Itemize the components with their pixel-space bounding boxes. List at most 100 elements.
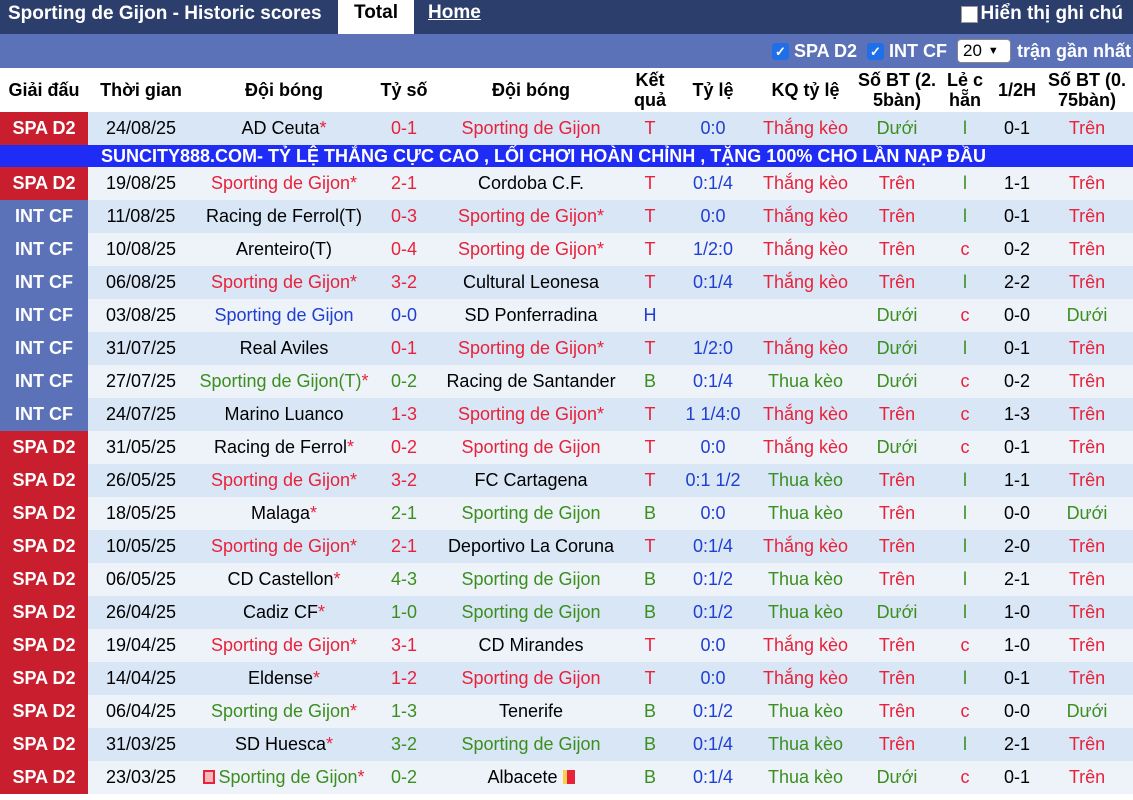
league-badge[interactable]: SPA D2: [0, 497, 88, 530]
check-icon[interactable]: ✓: [771, 42, 789, 60]
away-team[interactable]: Sporting de Gijon: [461, 437, 600, 457]
home-team[interactable]: CD Castellon: [227, 569, 333, 589]
score[interactable]: 0-2: [374, 365, 434, 398]
score[interactable]: 1-3: [374, 695, 434, 728]
home-team-cell[interactable]: Sporting de Gijon*: [194, 464, 374, 497]
table-row[interactable]: INT CF 11/08/25 Racing de Ferrol(T) 0-3 Spor…: [0, 200, 1133, 233]
table-row[interactable]: SPA D2 24/08/25 AD Ceuta* 0-1 Sporting de Gi…: [0, 112, 1133, 145]
table-row[interactable]: SPA D2 23/03/25 Sporting de Gijon* 0-2 Albac…: [0, 761, 1133, 794]
score[interactable]: 1-3: [374, 398, 434, 431]
match-count-select[interactable]: 20 ▼: [956, 39, 1011, 63]
home-team[interactable]: Sporting de Gijon: [211, 536, 350, 556]
check-icon[interactable]: ✓: [866, 42, 884, 60]
home-team-cell[interactable]: Sporting de Gijon*: [194, 695, 374, 728]
table-row[interactable]: INT CF 03/08/25 Sporting de Gijon 0-0 SD Pon…: [0, 299, 1133, 332]
away-team[interactable]: Cultural Leonesa: [463, 272, 599, 292]
away-team-cell[interactable]: Sporting de Gijon: [434, 662, 628, 695]
filter-int[interactable]: ✓ INT CF: [866, 41, 947, 62]
home-team[interactable]: Racing de Ferrol(T): [206, 206, 362, 226]
away-team[interactable]: Sporting de Gijon: [458, 338, 597, 358]
home-team-cell[interactable]: Sporting de Gijon(T)*: [194, 365, 374, 398]
home-team[interactable]: Sporting de Gijon: [218, 767, 357, 787]
home-team-cell[interactable]: Eldense*: [194, 662, 374, 695]
score[interactable]: 0-0: [374, 299, 434, 332]
score[interactable]: 0-3: [374, 200, 434, 233]
table-row[interactable]: SPA D2 19/08/25 Sporting de Gijon* 2-1 Cordo…: [0, 167, 1133, 200]
away-team[interactable]: CD Mirandes: [478, 635, 583, 655]
home-team[interactable]: Marino Luanco: [224, 404, 343, 424]
score[interactable]: 4-3: [374, 563, 434, 596]
table-row[interactable]: INT CF 31/07/25 Real Aviles 0-1 Sporting de …: [0, 332, 1133, 365]
league-badge[interactable]: SPA D2: [0, 761, 88, 794]
league-badge[interactable]: INT CF: [0, 332, 88, 365]
table-row[interactable]: SPA D2 18/05/25 Malaga* 2-1 Sporting de Gijo…: [0, 497, 1133, 530]
league-badge[interactable]: SPA D2: [0, 530, 88, 563]
away-team[interactable]: Albacete: [487, 767, 557, 787]
score[interactable]: 0-4: [374, 233, 434, 266]
league-badge[interactable]: SPA D2: [0, 464, 88, 497]
home-team-cell[interactable]: Cadiz CF*: [194, 596, 374, 629]
away-team-cell[interactable]: Sporting de Gijon: [434, 728, 628, 761]
away-team-cell[interactable]: Sporting de Gijon*: [434, 398, 628, 431]
away-team[interactable]: Sporting de Gijon: [461, 569, 600, 589]
table-row[interactable]: SPA D2 31/03/25 SD Huesca* 3-2 Sporting de G…: [0, 728, 1133, 761]
table-row[interactable]: SPA D2 14/04/25 Eldense* 1-2 Sporting de Gij…: [0, 662, 1133, 695]
away-team-cell[interactable]: Sporting de Gijon: [434, 497, 628, 530]
home-team[interactable]: Real Aviles: [240, 338, 329, 358]
home-team[interactable]: Racing de Ferrol: [214, 437, 347, 457]
table-row[interactable]: SPA D2 10/05/25 Sporting de Gijon* 2-1 Depor…: [0, 530, 1133, 563]
home-team-cell[interactable]: Real Aviles: [194, 332, 374, 365]
home-team-cell[interactable]: SD Huesca*: [194, 728, 374, 761]
home-team[interactable]: Sporting de Gijon: [211, 173, 350, 193]
away-team[interactable]: Sporting de Gijon: [461, 118, 600, 138]
home-team-cell[interactable]: Sporting de Gijon*: [194, 530, 374, 563]
table-row[interactable]: SPA D2 26/04/25 Cadiz CF* 1-0 Sporting de Gi…: [0, 596, 1133, 629]
table-row[interactable]: SPA D2 06/04/25 Sporting de Gijon* 1-3 Tener…: [0, 695, 1133, 728]
home-team-cell[interactable]: AD Ceuta*: [194, 112, 374, 145]
home-team-cell[interactable]: Sporting de Gijon*: [194, 167, 374, 200]
away-team-cell[interactable]: Sporting de Gijon: [434, 431, 628, 464]
away-team-cell[interactable]: CD Mirandes: [434, 629, 628, 662]
score[interactable]: 3-2: [374, 266, 434, 299]
show-notes-checkbox[interactable]: [960, 5, 978, 23]
away-team-cell[interactable]: Sporting de Gijon: [434, 596, 628, 629]
home-team-cell[interactable]: CD Castellon*: [194, 563, 374, 596]
league-badge[interactable]: INT CF: [0, 233, 88, 266]
away-team[interactable]: Sporting de Gijon: [458, 404, 597, 424]
score[interactable]: 0-2: [374, 761, 434, 794]
away-team-cell[interactable]: Cultural Leonesa: [434, 266, 628, 299]
away-team[interactable]: Sporting de Gijon: [461, 734, 600, 754]
table-row[interactable]: INT CF 10/08/25 Arenteiro(T) 0-4 Sporting de…: [0, 233, 1133, 266]
away-team-cell[interactable]: Sporting de Gijon: [434, 563, 628, 596]
home-team-cell[interactable]: Malaga*: [194, 497, 374, 530]
home-team[interactable]: Sporting de Gijon: [214, 305, 353, 325]
table-row[interactable]: INT CF 27/07/25 Sporting de Gijon(T)* 0-2 Ra…: [0, 365, 1133, 398]
away-team[interactable]: Deportivo La Coruna: [448, 536, 614, 556]
league-badge[interactable]: SPA D2: [0, 728, 88, 761]
home-team-cell[interactable]: Sporting de Gijon*: [194, 629, 374, 662]
home-team[interactable]: Sporting de Gijon: [211, 470, 350, 490]
league-badge[interactable]: INT CF: [0, 266, 88, 299]
score[interactable]: 3-1: [374, 629, 434, 662]
away-team[interactable]: SD Ponferradina: [464, 305, 597, 325]
away-team[interactable]: FC Cartagena: [474, 470, 587, 490]
league-badge[interactable]: INT CF: [0, 398, 88, 431]
away-team[interactable]: Tenerife: [499, 701, 563, 721]
league-badge[interactable]: SPA D2: [0, 629, 88, 662]
home-team[interactable]: Sporting de Gijon: [211, 701, 350, 721]
home-team[interactable]: AD Ceuta: [241, 118, 319, 138]
away-team-cell[interactable]: SD Ponferradina: [434, 299, 628, 332]
league-badge[interactable]: SPA D2: [0, 167, 88, 200]
league-badge[interactable]: INT CF: [0, 365, 88, 398]
home-team-cell[interactable]: Sporting de Gijon*: [194, 761, 374, 794]
home-team-cell[interactable]: Arenteiro(T): [194, 233, 374, 266]
away-team[interactable]: Sporting de Gijon: [458, 239, 597, 259]
away-team-cell[interactable]: Sporting de Gijon*: [434, 332, 628, 365]
home-team-cell[interactable]: Marino Luanco: [194, 398, 374, 431]
score[interactable]: 0-1: [374, 332, 434, 365]
away-team[interactable]: Sporting de Gijon: [458, 206, 597, 226]
away-team-cell[interactable]: Deportivo La Coruna: [434, 530, 628, 563]
away-team[interactable]: Sporting de Gijon: [461, 503, 600, 523]
show-notes-toggle[interactable]: Hiển thị ghi chú: [960, 3, 1123, 25]
home-team[interactable]: Sporting de Gijon: [211, 272, 350, 292]
